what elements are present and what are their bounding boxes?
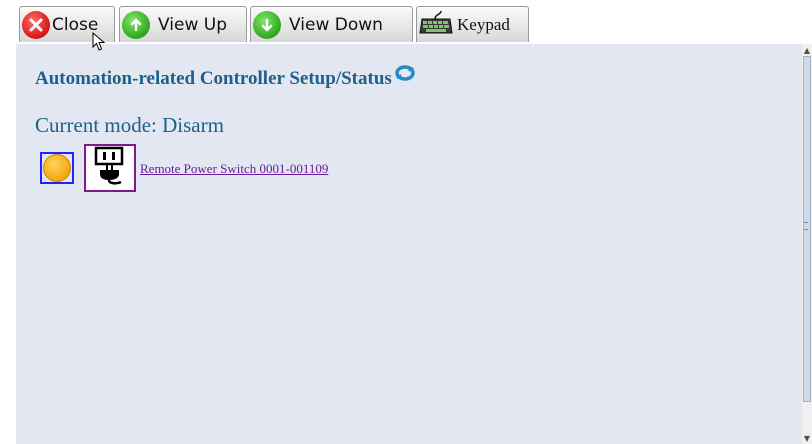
device-status-indicator[interactable]	[40, 152, 74, 184]
view-up-button[interactable]: View Up	[119, 6, 247, 42]
toolbar: Close View Up View Down Keypad	[0, 0, 812, 44]
view-up-label: View Up	[158, 14, 227, 35]
vertical-scrollbar[interactable]: ▲ ▼	[802, 44, 812, 444]
page-title: Automation-related Controller Setup/Stat…	[35, 68, 392, 89]
device-type-button[interactable]	[84, 144, 136, 192]
scrollbar-grip-icon	[804, 222, 808, 230]
device-link[interactable]: Remote Power Switch 0001-001109	[140, 161, 328, 177]
status-panel: Automation-related Controller Setup/Stat…	[16, 44, 802, 444]
title-row: Automation-related Controller Setup/Stat…	[35, 64, 415, 90]
power-outlet-plug-icon	[93, 146, 127, 191]
view-down-button[interactable]: View Down	[250, 6, 413, 42]
close-icon	[22, 10, 50, 39]
device-row: Remote Power Switch 0001-001109	[40, 144, 328, 192]
arrow-down-icon	[253, 10, 281, 39]
orange-circle-icon	[43, 154, 71, 182]
keypad-label: Keypad	[457, 14, 510, 34]
arrow-up-icon	[122, 10, 150, 39]
scroll-up-arrow-icon[interactable]: ▲	[802, 44, 812, 56]
mouse-pointer-icon	[92, 31, 106, 57]
scroll-down-arrow-icon[interactable]: ▼	[802, 432, 812, 444]
view-down-label: View Down	[289, 14, 383, 35]
keypad-button[interactable]: Keypad	[416, 6, 529, 42]
keyboard-icon	[419, 9, 453, 40]
current-mode: Current mode: Disarm	[35, 113, 224, 137]
refresh-icon[interactable]	[395, 64, 415, 86]
